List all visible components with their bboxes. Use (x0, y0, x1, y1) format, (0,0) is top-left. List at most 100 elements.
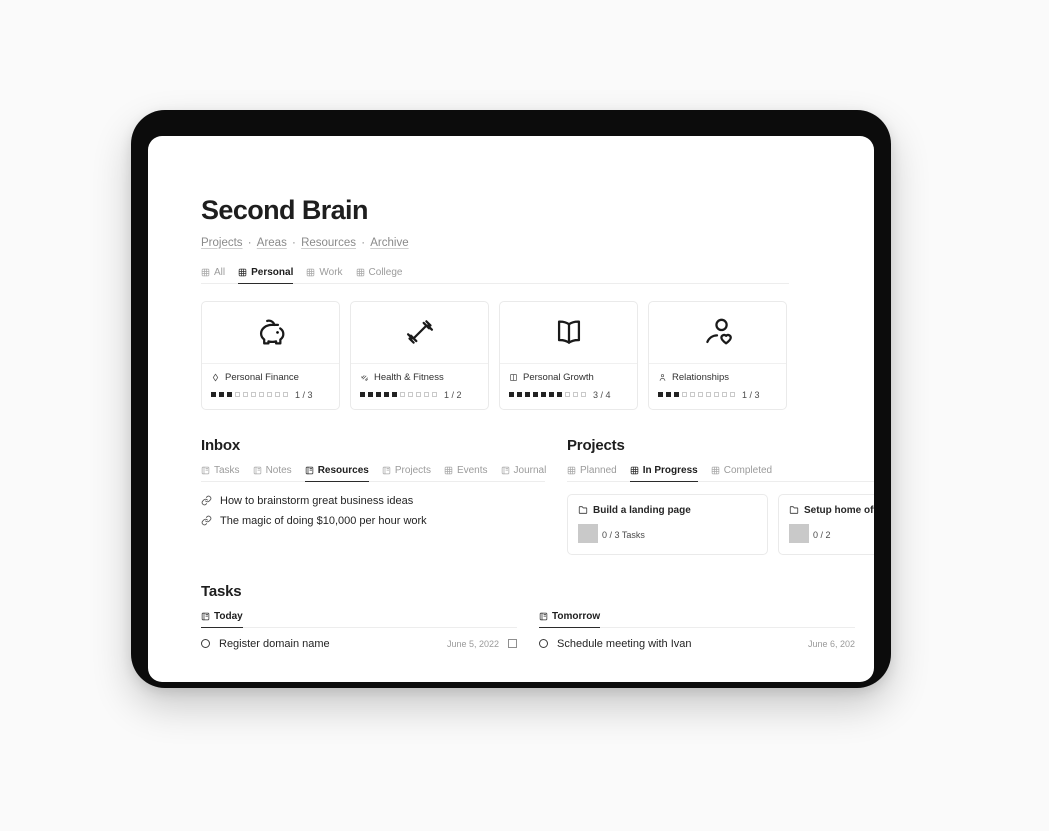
task-column: Today Register domain name June 5, 2022 (201, 611, 517, 650)
project-card[interactable]: Setup home office 0 / 2 (778, 493, 874, 555)
tab-label: Today (214, 610, 243, 622)
progress-ratio: 0 / 3 Tasks (602, 529, 645, 540)
breadcrumb-separator: · (244, 236, 255, 249)
category-card[interactable]: Health & Fitness 1 / 2 (350, 300, 489, 410)
diamond-icon (212, 373, 219, 381)
person-heart-icon (705, 318, 732, 345)
notion-page: Second Brain Projects · Areas · Resource… (148, 136, 874, 682)
breadcrumb-link-areas[interactable]: Areas (257, 237, 287, 249)
progress-pip (682, 392, 687, 398)
category-card[interactable]: Relationships 1 / 3 (648, 300, 787, 410)
tasks-section: Tasks Today Register domain name June 5, 2… (201, 583, 874, 650)
progress-pip (722, 392, 727, 398)
tab-all[interactable]: All (201, 267, 225, 284)
table-icon (201, 268, 210, 276)
progress-pip (698, 392, 703, 398)
inbox-tab-journal[interactable]: Journal (501, 465, 546, 482)
tab-label: College (368, 266, 403, 278)
tab-work[interactable]: Work (306, 266, 343, 284)
page-title: Second Brain (201, 195, 368, 225)
task-column-row: Today Register domain name June 5, 2022 Tom… (201, 611, 874, 650)
task-date: June 6, 202 (807, 638, 855, 649)
progress-pip (807, 523, 809, 543)
progress-pip (581, 392, 586, 398)
board-icon (305, 466, 313, 474)
task-tab-strip: Today (201, 611, 517, 628)
inbox-item-list: How to brainstorm great business ideas Th… (201, 491, 545, 531)
book-small-icon (510, 373, 517, 381)
inbox-tab-tasks[interactable]: Tasks (201, 465, 240, 482)
progress-pip (690, 392, 695, 398)
inbox-section: Inbox Tasks Notes Resources Projects Events J… (201, 437, 546, 555)
table-icon (238, 268, 247, 276)
circle-icon[interactable] (201, 639, 210, 649)
inbox-tab-projects[interactable]: Projects (382, 465, 431, 482)
progress-pip (416, 392, 421, 398)
tab-label: Resources (317, 464, 369, 476)
progress-indicator: 3 / 4 (509, 390, 628, 400)
projects-tab-planned[interactable]: Planned (567, 465, 617, 482)
project-name-row: Build a landing page (578, 505, 757, 516)
inbox-item[interactable]: How to brainstorm great business ideas (201, 491, 545, 511)
tab-label: In Progress (642, 464, 698, 476)
progress-pip (706, 392, 711, 398)
task-date: June 5, 2022 (446, 638, 499, 649)
tab-label: Work (319, 266, 343, 278)
breadcrumb-link-projects[interactable]: Projects (201, 237, 243, 249)
category-name: Personal Finance (225, 371, 299, 383)
tab-label: Projects (394, 464, 431, 476)
inbox-tab-events[interactable]: Events (444, 465, 488, 482)
progress-indicator: 1 / 3 (211, 390, 330, 400)
dumbbell-small-icon (361, 374, 368, 381)
progress-pip (360, 392, 365, 398)
table-icon (356, 268, 364, 276)
progress-pip (596, 523, 598, 543)
task-row[interactable]: Register domain name June 5, 2022 (201, 628, 517, 650)
category-cover (202, 302, 339, 364)
category-name: Relationships (672, 371, 730, 383)
category-card-grid: Personal Finance 1 / 3 Health & Fitness 1 /… (201, 300, 874, 410)
projects-tab-in-progress[interactable]: In Progress (629, 464, 698, 482)
category-cover (500, 302, 637, 364)
inbox-tab-resources[interactable]: Resources (304, 464, 369, 482)
tab-college[interactable]: College (356, 266, 403, 284)
category-card[interactable]: Personal Growth 3 / 4 (499, 300, 638, 410)
progress-pip (368, 392, 373, 398)
inbox-item[interactable]: The magic of doing $10,000 per hour work (201, 511, 545, 531)
progress-pip (400, 392, 405, 398)
inbox-tab-notes[interactable]: Notes (253, 465, 292, 482)
task-tab-strip: Tomorrow (539, 611, 855, 628)
progress-pip (424, 392, 429, 398)
table-icon (567, 466, 576, 474)
category-cover (351, 302, 488, 364)
board-icon (201, 466, 210, 474)
table-icon (630, 466, 638, 474)
progress-pip (259, 392, 264, 398)
projects-section: Projects Planned In Progress Completed Bui… (567, 437, 874, 555)
category-card[interactable]: Personal Finance 1 / 3 (201, 300, 340, 410)
project-card[interactable]: Build a landing page 0 / 3 Tasks (567, 493, 768, 555)
breadcrumb: Projects · Areas · Resources · Archive (201, 236, 874, 251)
task-tab-today[interactable]: Today (201, 611, 243, 628)
tab-personal[interactable]: Personal (238, 266, 294, 284)
task-checkbox[interactable] (508, 639, 517, 649)
tab-label: Tomorrow (552, 610, 601, 622)
breadcrumb-link-resources[interactable]: Resources (301, 237, 356, 249)
table-icon (444, 466, 453, 474)
progress-ratio: 0 / 2 (813, 529, 831, 540)
breadcrumb-link-archive[interactable]: Archive (370, 237, 408, 249)
progress-pip (267, 392, 272, 398)
tab-label: Personal (251, 266, 294, 278)
task-row[interactable]: Schedule meeting with Ivan June 6, 202 (539, 628, 855, 650)
folder-icon (578, 506, 588, 514)
projects-tab-completed[interactable]: Completed (711, 465, 772, 482)
progress-pip (376, 392, 381, 398)
board-icon (201, 612, 210, 620)
category-meta: Personal Finance 1 / 3 (202, 364, 339, 409)
circle-icon[interactable] (539, 639, 548, 649)
link-icon (201, 515, 212, 526)
table-icon (711, 466, 719, 474)
task-tab-tomorrow[interactable]: Tomorrow (539, 610, 601, 628)
progress-pip (674, 392, 679, 398)
progress-pip (541, 392, 546, 398)
